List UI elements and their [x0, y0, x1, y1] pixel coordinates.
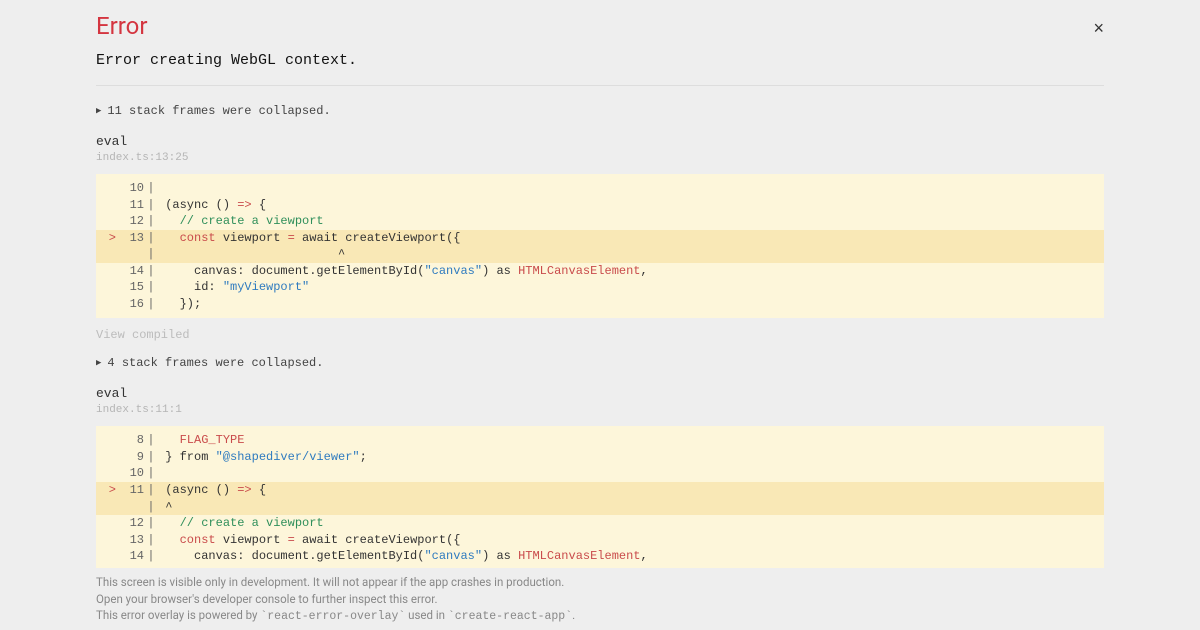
code-line: 11| (async () => { [96, 197, 1104, 214]
code-line: 12| // create a viewport [96, 213, 1104, 230]
code-line: >11| (async () => { [96, 482, 1104, 499]
code-line: | ^ [96, 499, 1104, 516]
frame-function: eval [96, 134, 1104, 149]
close-icon[interactable]: × [1093, 18, 1104, 39]
collapsed-frames-2[interactable]: ▶ 4 stack frames were collapsed. [96, 356, 1104, 370]
footer-line: This screen is visible only in developme… [96, 574, 1104, 591]
frame-location: index.ts:11:1 [96, 404, 1104, 416]
code-line: 12| // create a viewport [96, 515, 1104, 532]
code-snippet: 10| 11| (async () => {12| // create a vi… [96, 174, 1104, 318]
footer-line: This error overlay is powered by `react-… [96, 607, 1104, 626]
code-line: 14| canvas: document.getElementById("can… [96, 263, 1104, 280]
footer-line: Open your browser's developer console to… [96, 591, 1104, 608]
code-line: | ^ [96, 246, 1104, 263]
divider [96, 85, 1104, 86]
collapsed-frames-label: 4 stack frames were collapsed. [107, 356, 323, 370]
code-line: 13| const viewport = await createViewpor… [96, 532, 1104, 549]
footer: This screen is visible only in developme… [0, 568, 1200, 630]
error-title: Error [96, 12, 1104, 40]
error-overlay: Error Error creating WebGL context. ▶ 11… [0, 0, 1200, 571]
triangle-right-icon: ▶ [96, 358, 101, 368]
frame-location: index.ts:13:25 [96, 152, 1104, 164]
code-snippet: 8| FLAG_TYPE9| } from "@shapediver/viewe… [96, 426, 1104, 570]
view-compiled-link[interactable]: View compiled [96, 328, 1104, 342]
error-message: Error creating WebGL context. [96, 52, 1104, 69]
code-line: >13| const viewport = await createViewpo… [96, 230, 1104, 247]
code-line: 10| [96, 180, 1104, 197]
code-line: 8| FLAG_TYPE [96, 432, 1104, 449]
frame-function: eval [96, 386, 1104, 401]
code-line: 9| } from "@shapediver/viewer"; [96, 449, 1104, 466]
code-line: 16| }); [96, 296, 1104, 313]
code-line: 14| canvas: document.getElementById("can… [96, 548, 1104, 565]
triangle-right-icon: ▶ [96, 106, 101, 116]
code-line: 10| [96, 465, 1104, 482]
collapsed-frames-1[interactable]: ▶ 11 stack frames were collapsed. [96, 104, 1104, 118]
collapsed-frames-label: 11 stack frames were collapsed. [107, 104, 330, 118]
code-line: 15| id: "myViewport" [96, 279, 1104, 296]
